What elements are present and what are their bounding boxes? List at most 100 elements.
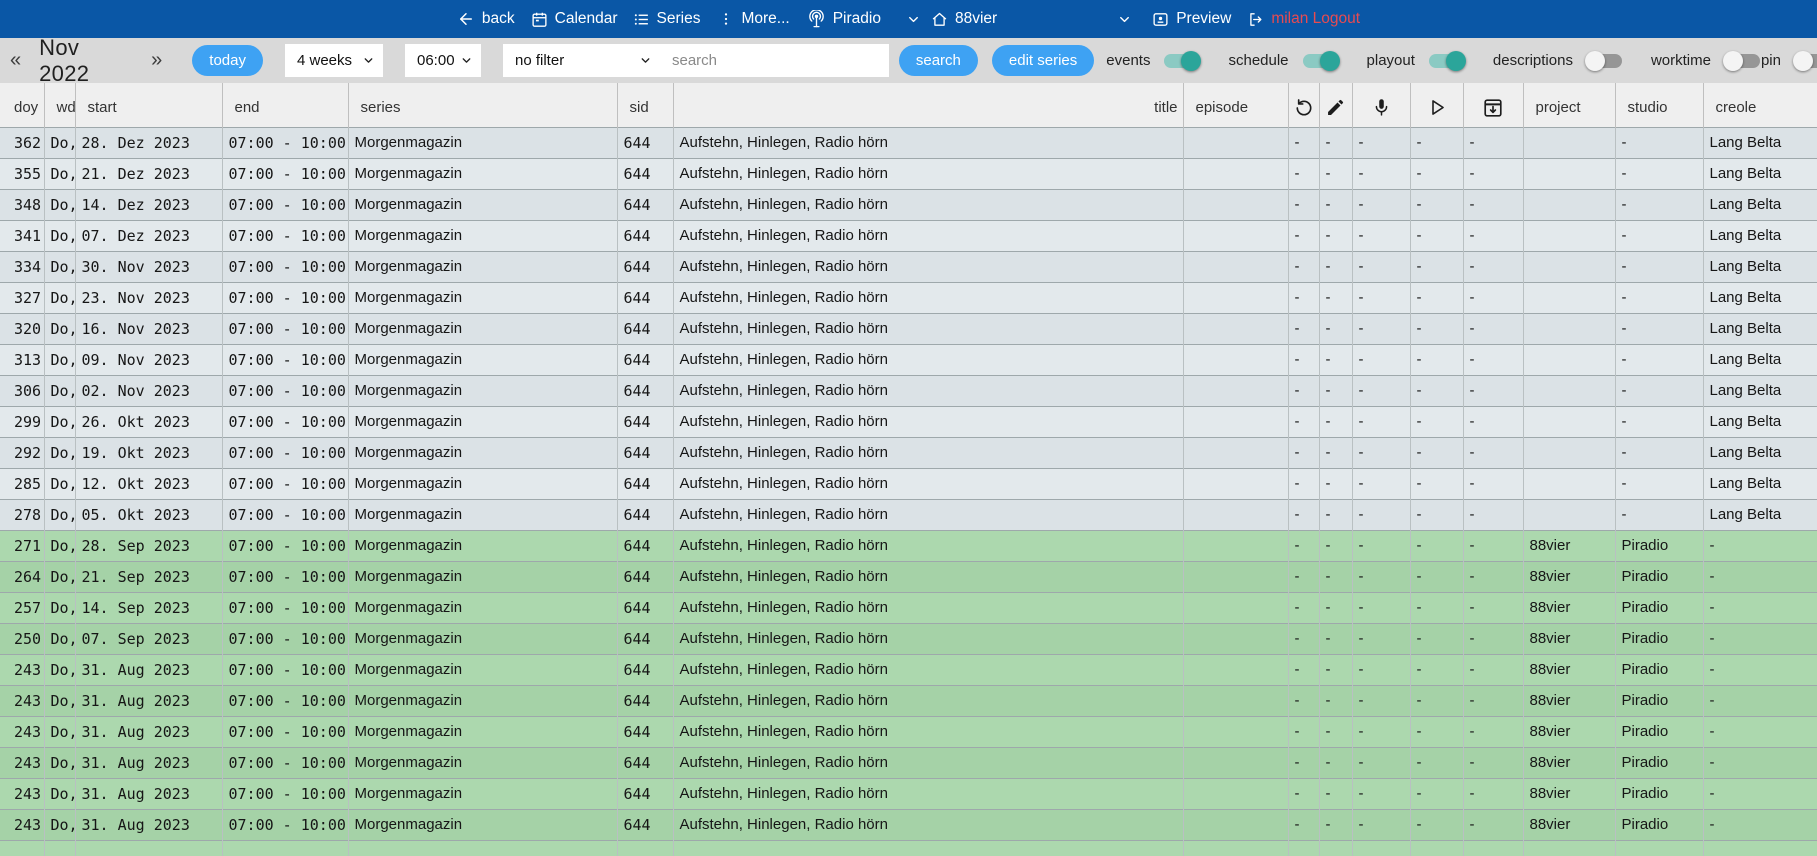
descriptions-switch[interactable] bbox=[1586, 51, 1623, 71]
header-end[interactable]: end bbox=[222, 83, 348, 127]
header-series[interactable]: series bbox=[348, 83, 617, 127]
schedule-row[interactable]: 264Do,21. Sep 202307:00 - 10:00Morgenmag… bbox=[0, 561, 1817, 592]
header-sid[interactable]: sid bbox=[617, 83, 673, 127]
cell-project: 88vier bbox=[1523, 778, 1615, 809]
cell-studio: Piradio bbox=[1615, 778, 1703, 809]
worktime-switch[interactable] bbox=[1724, 51, 1761, 71]
filter-select[interactable]: no filter bbox=[503, 44, 660, 77]
cell-end: 07:00 - 10:00 bbox=[222, 778, 348, 809]
schedule-row[interactable]: 306Do,02. Nov 202307:00 - 10:00Morgenmag… bbox=[0, 375, 1817, 406]
schedule-row[interactable]: 243Do,31. Aug 202307:00 - 10:00Morgenmag… bbox=[0, 654, 1817, 685]
nav-preview[interactable]: Preview bbox=[1152, 10, 1231, 28]
schedule-row[interactable]: 292Do,19. Okt 202307:00 - 10:00Morgenmag… bbox=[0, 437, 1817, 468]
cell-series: Morgenmagazin bbox=[348, 561, 617, 592]
header-edit[interactable] bbox=[1319, 83, 1352, 127]
toggle-descriptions-label: descriptions bbox=[1493, 52, 1573, 69]
cell-end: 07:00 - 10:00 bbox=[222, 189, 348, 220]
schedule-row[interactable]: 243Do,31. Aug 202307:00 - 10:00Morgenmag… bbox=[0, 809, 1817, 840]
schedule-row[interactable]: 327Do,23. Nov 202307:00 - 10:00Morgenmag… bbox=[0, 282, 1817, 313]
schedule-row[interactable]: 341Do,07. Dez 202307:00 - 10:00Morgenmag… bbox=[0, 220, 1817, 251]
header-creole[interactable]: creole bbox=[1703, 83, 1817, 127]
time-select[interactable]: 06:00 bbox=[405, 44, 481, 77]
prev-month-button[interactable]: « bbox=[6, 49, 25, 72]
cell-c_edit: - bbox=[1319, 499, 1352, 530]
schedule-row[interactable]: 257Do,14. Sep 202307:00 - 10:00Morgenmag… bbox=[0, 592, 1817, 623]
cell-c_undo: - bbox=[1288, 530, 1319, 561]
cell-end: 07:00 - 10:00 bbox=[222, 623, 348, 654]
cell-c_edit: - bbox=[1319, 158, 1352, 189]
schedule-row[interactable]: 278Do,05. Okt 202307:00 - 10:00Morgenmag… bbox=[0, 499, 1817, 530]
schedule-row[interactable]: 299Do,26. Okt 202307:00 - 10:00Morgenmag… bbox=[0, 406, 1817, 437]
cell-end: 07:00 - 10:00 bbox=[222, 716, 348, 747]
schedule-row[interactable]: 355Do,21. Dez 202307:00 - 10:00Morgenmag… bbox=[0, 158, 1817, 189]
next-month-button[interactable]: » bbox=[147, 49, 166, 72]
schedule-switch[interactable] bbox=[1302, 51, 1339, 71]
schedule-row[interactable]: 243Do,31. Aug 202307:00 - 10:00Morgenmag… bbox=[0, 778, 1817, 809]
header-wd[interactable]: wd bbox=[44, 83, 75, 127]
time-select-wrap: 06:00 bbox=[405, 44, 481, 77]
header-episode[interactable]: episode bbox=[1183, 83, 1288, 127]
cell-c_save: - bbox=[1463, 406, 1523, 437]
nav-calendar[interactable]: Calendar bbox=[531, 10, 618, 28]
header-undo[interactable] bbox=[1288, 83, 1319, 127]
header-project[interactable]: project bbox=[1523, 83, 1615, 127]
cell-episode bbox=[1183, 375, 1288, 406]
nav-back[interactable]: back bbox=[457, 10, 515, 28]
pin-switch[interactable] bbox=[1794, 51, 1817, 71]
nav-series[interactable]: Series bbox=[633, 10, 701, 28]
header-save[interactable] bbox=[1463, 83, 1523, 127]
playout-switch[interactable] bbox=[1428, 51, 1465, 71]
schedule-row[interactable]: 362Do,28. Dez 202307:00 - 10:00Morgenmag… bbox=[0, 127, 1817, 158]
cell-project bbox=[1523, 437, 1615, 468]
header-mic[interactable] bbox=[1352, 83, 1410, 127]
cell-title: Aufstehn, Hinlegen, Radio hörn bbox=[673, 468, 1183, 499]
cell-wd: Do, bbox=[44, 158, 75, 189]
nav-88vier[interactable]: 88vier bbox=[931, 10, 997, 28]
search-input[interactable] bbox=[660, 44, 889, 77]
events-switch[interactable] bbox=[1163, 51, 1200, 71]
schedule-row[interactable]: 334Do,30. Nov 202307:00 - 10:00Morgenmag… bbox=[0, 251, 1817, 282]
header-title[interactable]: title bbox=[673, 83, 1183, 127]
cell-studio: Piradio bbox=[1615, 747, 1703, 778]
cell-wd: Do, bbox=[44, 778, 75, 809]
range-select[interactable]: 4 weeks bbox=[285, 44, 383, 77]
cell-c_mic: - bbox=[1352, 437, 1410, 468]
cell-wd: Do, bbox=[44, 592, 75, 623]
schedule-row[interactable]: 271Do,28. Sep 202307:00 - 10:00Morgenmag… bbox=[0, 530, 1817, 561]
search-button[interactable]: search bbox=[899, 45, 978, 76]
cell-episode bbox=[1183, 220, 1288, 251]
schedule-row[interactable] bbox=[0, 840, 1817, 856]
nav-more[interactable]: More... bbox=[718, 10, 789, 28]
cell-series: Morgenmagazin bbox=[348, 592, 617, 623]
cell-end: 07:00 - 10:00 bbox=[222, 437, 348, 468]
piradio-dropdown-chevron[interactable] bbox=[906, 12, 921, 27]
channel-dropdown-chevron[interactable] bbox=[1117, 12, 1132, 27]
schedule-row[interactable]: 313Do,09. Nov 202307:00 - 10:00Morgenmag… bbox=[0, 344, 1817, 375]
cell-c_play: - bbox=[1410, 468, 1463, 499]
cell-c_mic: - bbox=[1352, 623, 1410, 654]
schedule-row[interactable]: 243Do,31. Aug 202307:00 - 10:00Morgenmag… bbox=[0, 716, 1817, 747]
header-start[interactable]: start bbox=[75, 83, 222, 127]
cell-end: 07:00 - 10:00 bbox=[222, 251, 348, 282]
nav-logout[interactable]: milan Logout bbox=[1247, 10, 1360, 28]
schedule-row[interactable]: 243Do,31. Aug 202307:00 - 10:00Morgenmag… bbox=[0, 747, 1817, 778]
cell-episode bbox=[1183, 158, 1288, 189]
edit-series-button[interactable]: edit series bbox=[992, 45, 1094, 76]
header-studio[interactable]: studio bbox=[1615, 83, 1703, 127]
cell-c_save: - bbox=[1463, 654, 1523, 685]
schedule-row[interactable]: 348Do,14. Dez 202307:00 - 10:00Morgenmag… bbox=[0, 189, 1817, 220]
schedule-row[interactable]: 250Do,07. Sep 202307:00 - 10:00Morgenmag… bbox=[0, 623, 1817, 654]
nav-piradio[interactable]: Piradio bbox=[807, 10, 881, 29]
header-doy[interactable]: doy bbox=[0, 83, 44, 127]
today-button[interactable]: today bbox=[192, 45, 263, 76]
schedule-row[interactable]: 320Do,16. Nov 202307:00 - 10:00Morgenmag… bbox=[0, 313, 1817, 344]
cell-title: Aufstehn, Hinlegen, Radio hörn bbox=[673, 561, 1183, 592]
cell-doy: 292 bbox=[0, 437, 44, 468]
cell-doy: 264 bbox=[0, 561, 44, 592]
undo-icon bbox=[1293, 97, 1315, 119]
schedule-row[interactable]: 243Do,31. Aug 202307:00 - 10:00Morgenmag… bbox=[0, 685, 1817, 716]
cell-title: Aufstehn, Hinlegen, Radio hörn bbox=[673, 778, 1183, 809]
header-play[interactable] bbox=[1410, 83, 1463, 127]
cell-episode bbox=[1183, 623, 1288, 654]
schedule-row[interactable]: 285Do,12. Okt 202307:00 - 10:00Morgenmag… bbox=[0, 468, 1817, 499]
